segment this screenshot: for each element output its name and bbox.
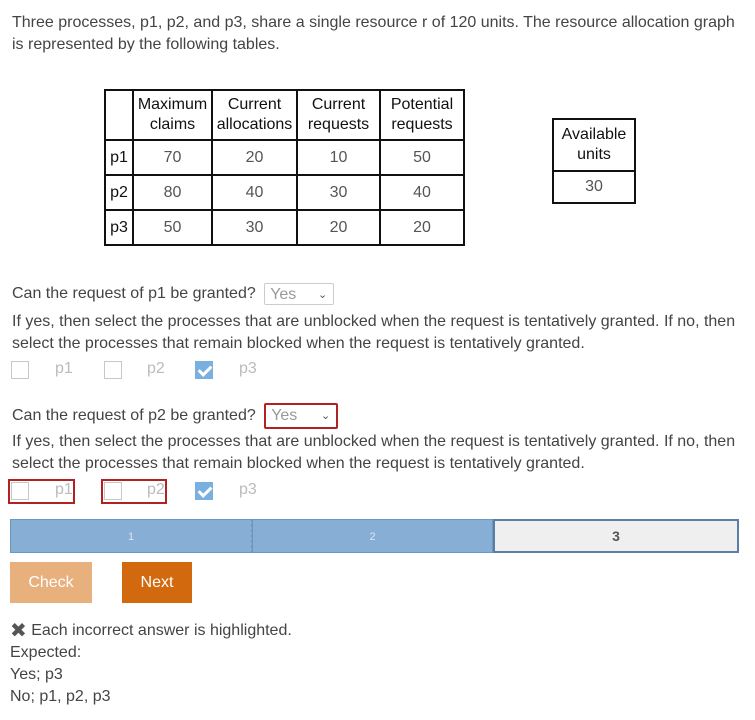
available-table: Available units 30	[552, 118, 636, 204]
available-header: Available units	[552, 118, 636, 172]
question-1: Can the request of p1 be granted? Yes ⌄	[12, 283, 335, 305]
q2-checkbox-p3[interactable]	[195, 482, 213, 500]
table-row: p1 70 20 10 50	[104, 139, 465, 176]
table-cell: 20	[211, 139, 298, 176]
col-header-requests: Current requests	[296, 89, 381, 141]
available-header-line: units	[577, 146, 611, 163]
col-header-line: Potential	[390, 96, 454, 113]
table-cell: 40	[379, 174, 465, 211]
col-header-line: requests	[391, 116, 453, 133]
table-cell: 50	[132, 209, 213, 246]
progress-step-1[interactable]: 1	[10, 519, 252, 553]
col-header-potential: Potential requests	[379, 89, 465, 141]
col-header-line: Current	[227, 96, 282, 113]
check-button[interactable]: Check	[10, 562, 92, 603]
x-mark-icon: ✖	[10, 620, 27, 642]
progress-step-2[interactable]: 2	[252, 519, 493, 553]
q2-checkbox-label: p1	[55, 481, 73, 498]
col-header-line: Current	[311, 96, 366, 113]
table-cell: 10	[296, 139, 381, 176]
question-2-instructions: If yes, then select the processes that a…	[12, 433, 736, 472]
row-header: p1	[104, 139, 134, 176]
q2-checkbox-p2[interactable]	[104, 482, 122, 500]
q2-checkbox-p1[interactable]	[11, 482, 29, 500]
q2-checkbox-label: p2	[147, 481, 165, 498]
expected-answer-2: No; p1, p2, p3	[10, 688, 111, 706]
q2-checkbox-label: p3	[239, 481, 257, 498]
question-1-text: Can the request of p1 be granted?	[12, 285, 256, 303]
corner-cell	[104, 89, 134, 141]
question-1-instructions: If yes, then select the processes that a…	[12, 313, 736, 352]
table-cell: 50	[379, 139, 465, 176]
table-cell: 30	[296, 174, 381, 211]
table-row: p2 80 40 30 40	[104, 174, 465, 211]
col-header-max: Maximum claims	[132, 89, 213, 141]
question-2-select[interactable]: Yes ⌄	[264, 403, 339, 429]
q1-checkbox-label: p1	[55, 360, 73, 377]
table-cell: 20	[296, 209, 381, 246]
col-header-line: requests	[307, 116, 370, 133]
table-header-row: Maximum claims Current allocations Current…	[104, 89, 465, 141]
table-cell: 20	[379, 209, 465, 246]
table-cell: 30	[211, 209, 298, 246]
chevron-down-icon: ⌄	[317, 289, 328, 301]
q1-checkbox-label: p2	[147, 360, 165, 377]
table-cell: 40	[211, 174, 298, 211]
col-header-line: claims	[149, 116, 196, 133]
col-header-line: allocations	[216, 116, 293, 133]
question-2-select-value: Yes	[271, 407, 298, 424]
chevron-down-icon: ⌄	[320, 410, 331, 422]
col-header-alloc: Current allocations	[211, 89, 298, 141]
question-1-select-value: Yes	[270, 286, 297, 303]
question-2: Can the request of p2 be granted? Yes ⌄	[12, 403, 339, 429]
progress-step-3[interactable]: 3	[493, 519, 739, 553]
table-cell: 80	[132, 174, 213, 211]
expected-answer-1: Yes; p3	[10, 666, 63, 684]
col-header-line: Maximum	[137, 96, 208, 113]
question-1-select[interactable]: Yes ⌄	[264, 283, 335, 305]
table-row: p3 50 30 20 20	[104, 209, 465, 246]
feedback-panel: ✖ Each incorrect answer is highlighted. …	[10, 620, 292, 708]
q1-checkbox-label: p3	[239, 360, 257, 377]
row-header: p3	[104, 209, 134, 246]
next-button[interactable]: Next	[122, 562, 192, 603]
available-header-line: Available	[561, 126, 627, 143]
table-cell: 70	[132, 139, 213, 176]
row-header: p2	[104, 174, 134, 211]
q1-checkbox-p1[interactable]	[11, 361, 29, 379]
feedback-message: Each incorrect answer is highlighted.	[31, 622, 292, 640]
q1-checkbox-p2[interactable]	[104, 361, 122, 379]
q1-checkbox-p3[interactable]	[195, 361, 213, 379]
problem-intro: Three processes, p1, p2, and p3, share a…	[12, 14, 735, 53]
available-value: 30	[552, 170, 636, 204]
allocation-table: Maximum claims Current allocations Current…	[104, 89, 465, 246]
expected-label: Expected:	[10, 644, 82, 662]
progress-bar: 1 2 3	[10, 519, 739, 553]
question-2-text: Can the request of p2 be granted?	[12, 407, 256, 425]
